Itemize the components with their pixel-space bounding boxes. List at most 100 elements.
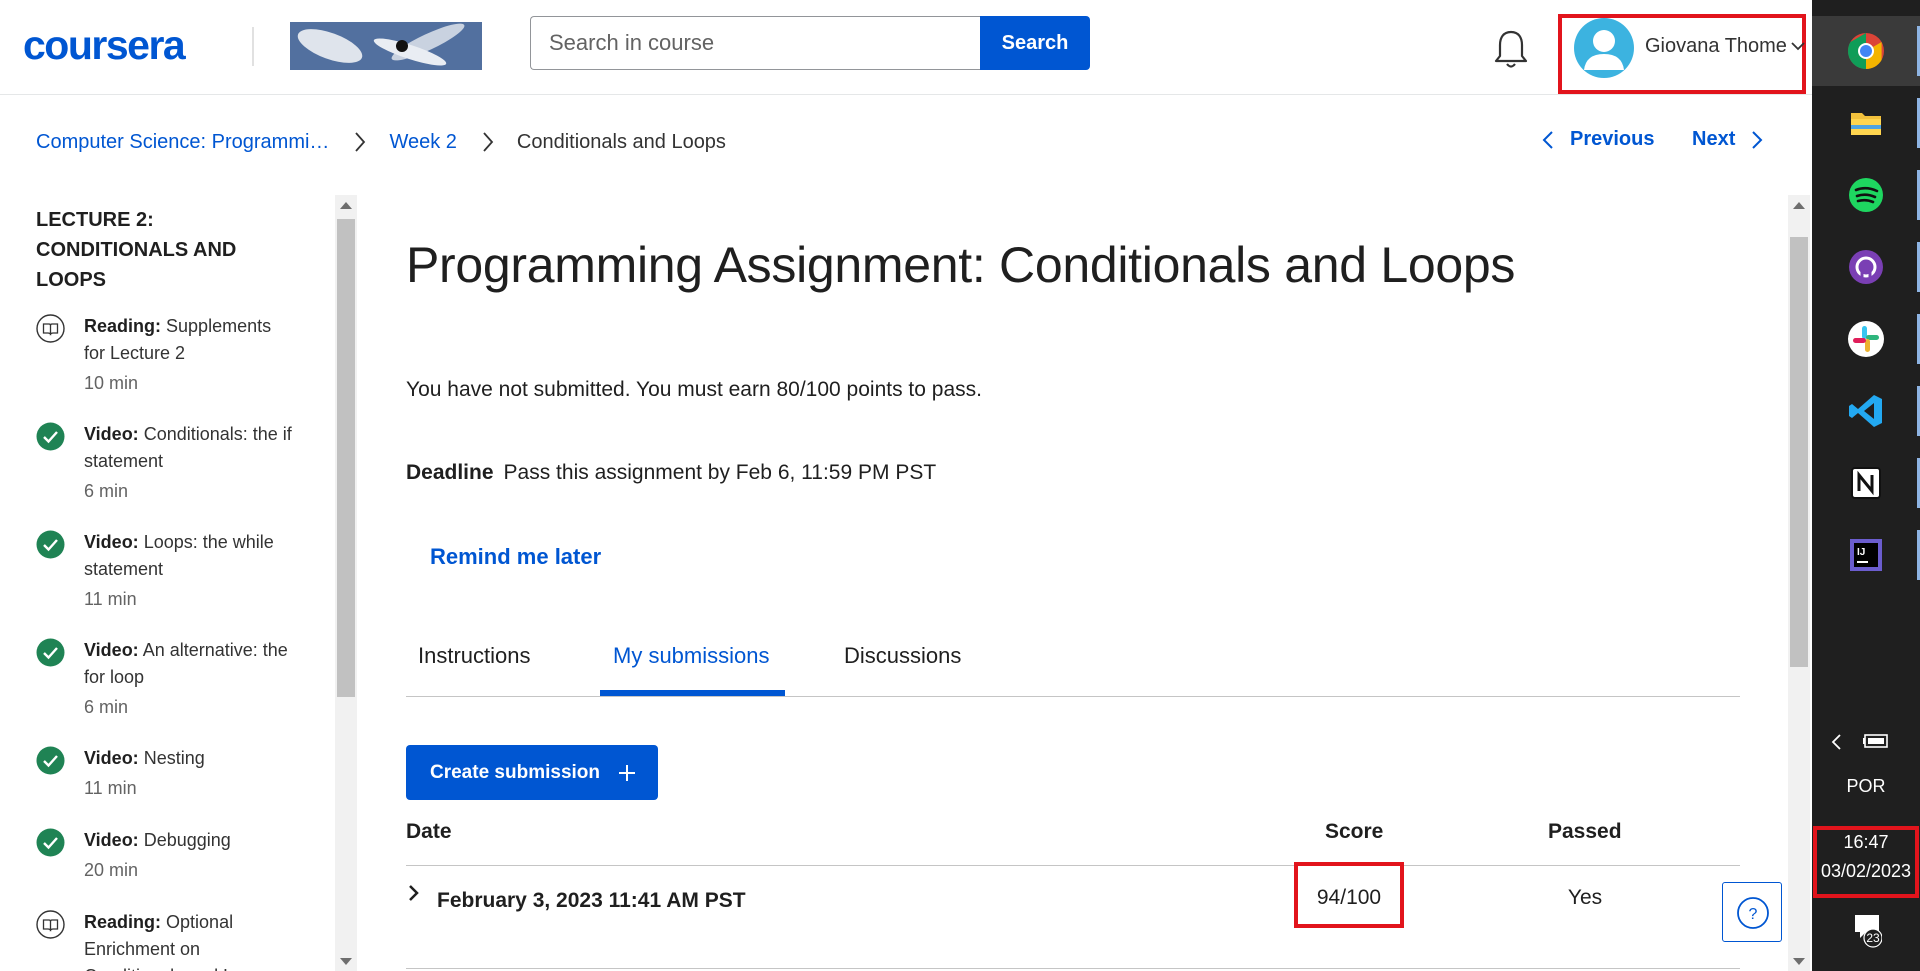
sidebar-item-duration: 20 min <box>84 860 139 880</box>
tab-my-submissions[interactable]: My submissions <box>613 643 769 669</box>
taskbar-notion[interactable] <box>1812 448 1920 518</box>
scroll-up-arrow[interactable] <box>1793 202 1805 209</box>
sidebar-item-text: Video: An alternative: the for loop 6 min <box>84 637 294 721</box>
help-icon: ? <box>1737 897 1769 929</box>
column-header-date: Date <box>406 820 452 843</box>
logo-divider <box>252 27 254 66</box>
show-hidden-icons-chevron-icon[interactable] <box>1830 732 1844 752</box>
main-scroll-thumb[interactable] <box>1790 237 1808 667</box>
column-header-score: Score <box>1325 820 1384 843</box>
sidebar-item-text: Video: Debugging 20 min <box>84 827 294 884</box>
reading-icon <box>36 314 65 343</box>
breadcrumb-course[interactable]: Computer Science: Programmi… <box>36 131 329 154</box>
spotify-icon <box>1849 178 1883 212</box>
breadcrumb-week[interactable]: Week 2 <box>389 131 456 154</box>
sidebar-scroll-thumb[interactable] <box>337 219 355 697</box>
taskbar-slack[interactable] <box>1812 304 1920 374</box>
sidebar-item-text: Video: Loops: the while statement 11 min <box>84 529 294 613</box>
create-submission-label: Create submission <box>430 761 600 783</box>
chevron-down-icon[interactable] <box>1790 40 1806 52</box>
battery-icon[interactable] <box>1862 732 1890 750</box>
previous-button[interactable]: Previous <box>1542 128 1654 151</box>
partner-logo <box>290 22 482 70</box>
sidebar-item-duration: 11 min <box>84 778 137 798</box>
sidebar-item-text: Reading: Supplements for Lecture 2 10 min <box>84 313 294 397</box>
avatar[interactable] <box>1574 18 1634 78</box>
breadcrumb: Computer Science: Programmi… Week 2 Cond… <box>36 127 726 157</box>
row-divider <box>406 968 1740 969</box>
slack-icon <box>1848 321 1884 357</box>
next-label: Next <box>1692 128 1736 150</box>
file-explorer-icon <box>1851 113 1881 135</box>
sidebar-item-type: Video: <box>84 640 139 660</box>
active-tab-indicator <box>600 690 785 696</box>
sidebar-item-duration: 6 min <box>84 697 129 717</box>
tab-discussions[interactable]: Discussions <box>844 643 961 669</box>
sidebar-item-type: Reading: <box>84 316 162 336</box>
previous-label: Previous <box>1570 128 1655 150</box>
chevron-right-icon <box>355 132 366 152</box>
submission-date: February 3, 2023 11:41 AM PST <box>437 889 746 912</box>
github-desktop-icon <box>1849 250 1883 284</box>
scroll-down-arrow[interactable] <box>1793 958 1805 965</box>
next-button[interactable]: Next <box>1692 128 1763 151</box>
sidebar-scrollbar[interactable] <box>335 195 357 971</box>
deadline-text: Pass this assignment by Feb 6, 11:59 PM … <box>503 461 937 484</box>
deadline: Deadline Pass this assignment by Feb 6, 1… <box>406 461 936 485</box>
notification-bell-icon[interactable] <box>1492 28 1530 70</box>
sidebar-item-type: Video: <box>84 830 139 850</box>
sidebar-item-duration: 6 min <box>84 481 129 501</box>
notion-icon <box>1851 467 1881 499</box>
sidebar-item-title: Debugging <box>143 830 231 850</box>
sidebar-item-type: Video: <box>84 748 139 768</box>
column-header-passed: Passed <box>1548 820 1622 843</box>
sidebar-title: LECTURE 2: CONDITIONALS AND LOOPS <box>36 209 237 291</box>
remind-me-later-link[interactable]: Remind me later <box>430 544 601 570</box>
taskbar-vscode[interactable] <box>1812 376 1920 446</box>
clock-highlight-box <box>1813 826 1919 898</box>
plus-icon <box>619 764 635 781</box>
check-icon <box>36 422 65 451</box>
search-button[interactable]: Search <box>980 16 1090 70</box>
sidebar-item-text: Video: Nesting 11 min <box>84 745 294 802</box>
tab-instructions[interactable]: Instructions <box>418 643 531 669</box>
create-submission-button[interactable]: Create submission <box>406 745 658 800</box>
taskbar-github-desktop[interactable] <box>1812 232 1920 302</box>
main-scrollbar[interactable] <box>1788 195 1810 971</box>
svg-text:23: 23 <box>1866 931 1880 945</box>
search-input[interactable] <box>530 16 980 70</box>
assignment-tabs: Instructions My submissions Discussions <box>406 625 1740 697</box>
chevron-right-icon <box>1752 130 1763 149</box>
taskbar-intellij[interactable]: IJ <box>1812 520 1920 590</box>
check-icon <box>36 530 65 559</box>
scroll-up-arrow[interactable] <box>340 202 352 209</box>
breadcrumb-current: Conditionals and Loops <box>516 130 726 153</box>
chevron-left-icon <box>1542 130 1553 149</box>
sidebar-item-duration: 11 min <box>84 589 137 609</box>
notification-center[interactable]: 23 <box>1852 912 1883 948</box>
sidebar-item-title: Nesting <box>143 748 205 768</box>
reading-icon <box>36 910 65 939</box>
keyboard-language[interactable]: POR <box>1812 776 1920 797</box>
taskbar-chrome[interactable] <box>1812 16 1920 86</box>
deadline-label: Deadline <box>406 461 494 484</box>
chevron-right-icon <box>483 132 494 152</box>
lesson-sidebar: LECTURE 2: CONDITIONALS AND LOOPS Readin… <box>0 195 335 971</box>
check-icon <box>36 746 65 775</box>
coursera-logo[interactable]: coursera <box>23 22 186 69</box>
taskbar-spotify[interactable] <box>1812 160 1920 230</box>
scroll-down-arrow[interactable] <box>340 958 352 965</box>
message-icon: 23 <box>1855 915 1883 948</box>
taskbar-file-explorer[interactable] <box>1812 88 1920 158</box>
help-button[interactable]: ? <box>1722 882 1782 942</box>
user-name[interactable]: Giovana Thome <box>1645 35 1787 58</box>
expand-row-chevron-icon[interactable] <box>408 884 420 902</box>
check-icon <box>36 638 65 667</box>
submission-passed: Yes <box>1567 886 1603 909</box>
sidebar-item-type: Video: <box>84 532 139 552</box>
sidebar-item-duration: 10 min <box>84 373 139 393</box>
svg-text:IJ: IJ <box>1857 547 1865 558</box>
top-header: coursera Search Giovana Thome <box>0 0 1812 95</box>
sidebar-item-text: Reading: Optional Enrichment on Conditio… <box>84 909 294 971</box>
page-title: Programming Assignment: Conditionals and… <box>406 237 1516 293</box>
